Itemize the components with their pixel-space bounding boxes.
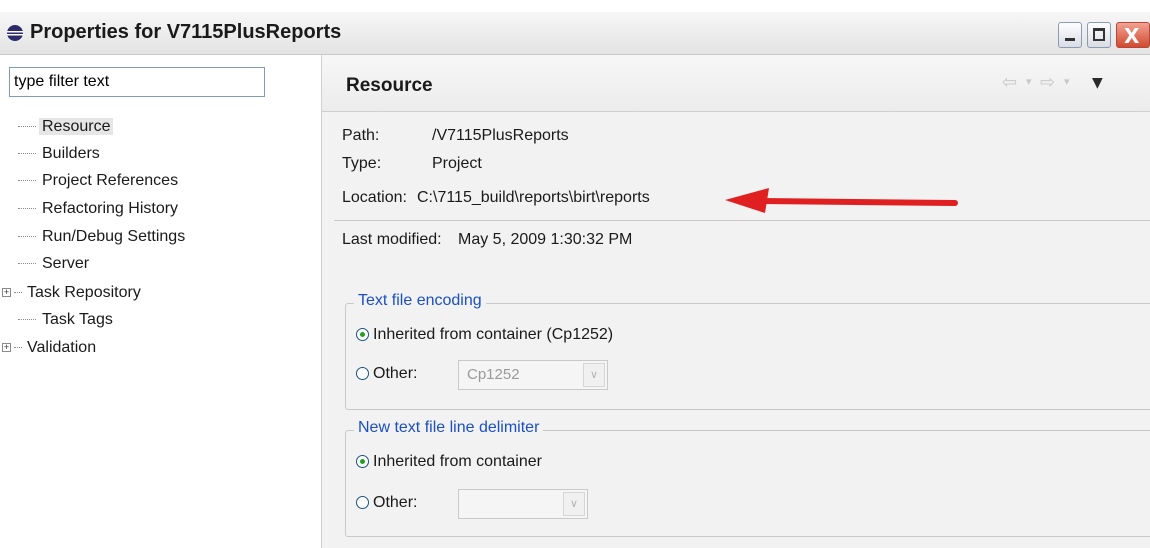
forward-dropdown-icon[interactable]: ▾ bbox=[1064, 75, 1070, 88]
close-button[interactable]: X bbox=[1116, 22, 1150, 48]
sidebar-item-server[interactable]: Server bbox=[18, 252, 92, 276]
delimiter-select[interactable]: ∨ bbox=[458, 489, 588, 519]
tree-connector bbox=[18, 152, 36, 155]
last-modified-label: Last modified: bbox=[342, 231, 442, 248]
back-dropdown-icon[interactable]: ▾ bbox=[1026, 75, 1032, 88]
top-whitespace bbox=[0, 0, 1150, 12]
maximize-button[interactable] bbox=[1087, 22, 1111, 48]
type-label: Type: bbox=[342, 155, 382, 172]
filter-input[interactable] bbox=[9, 67, 265, 97]
delimiter-other-radio[interactable] bbox=[356, 496, 369, 510]
tree-connector bbox=[18, 207, 36, 210]
text-encoding-title: Text file encoding bbox=[354, 292, 486, 310]
encoding-inherited-label: Inherited from container (Cp1252) bbox=[373, 326, 614, 343]
delimiter-other-label: Other: bbox=[373, 494, 418, 511]
tree-connector bbox=[14, 291, 22, 294]
window-titlebar[interactable]: Properties for V7115PlusReports X bbox=[0, 12, 1150, 55]
line-delimiter-title: New text file line delimiter bbox=[354, 419, 544, 437]
text-encoding-group: Text file encoding Inherited from contai… bbox=[345, 292, 1150, 410]
sidebar-item-label: Task Tags bbox=[42, 311, 113, 328]
sidebar-item-label: Server bbox=[42, 255, 90, 272]
minimize-button[interactable] bbox=[1058, 22, 1082, 48]
page-header: Resource ⇦ ▾ ⇨ ▾ ▼ bbox=[322, 55, 1150, 112]
tree-connector bbox=[14, 346, 22, 349]
encoding-other-label: Other: bbox=[373, 365, 418, 382]
delimiter-other-option[interactable]: Other: bbox=[356, 492, 417, 514]
expand-icon[interactable]: + bbox=[2, 343, 11, 353]
back-arrow-icon[interactable]: ⇦ bbox=[1002, 72, 1017, 93]
location-value: C:\7115_build\reports\birt\reports bbox=[417, 189, 650, 206]
encoding-other-option[interactable]: Other: bbox=[356, 363, 417, 385]
forward-arrow-icon[interactable]: ⇨ bbox=[1040, 72, 1055, 93]
expand-icon[interactable]: + bbox=[2, 288, 11, 298]
close-icon: X bbox=[1124, 24, 1140, 48]
sidebar-item-refactoring-history[interactable]: Refactoring History bbox=[18, 197, 181, 221]
delimiter-inherited-option[interactable]: Inherited from container bbox=[356, 451, 542, 473]
minimize-icon bbox=[1065, 38, 1075, 41]
encoding-other-radio[interactable] bbox=[356, 367, 369, 381]
sidebar-item-builders[interactable]: Builders bbox=[18, 142, 103, 166]
sidebar-item-validation[interactable]: + Validation bbox=[2, 336, 99, 360]
page-title: Resource bbox=[346, 75, 433, 96]
tree-connector bbox=[18, 125, 36, 128]
tree-connector bbox=[18, 235, 36, 238]
chevron-down-icon[interactable]: ∨ bbox=[563, 492, 585, 516]
delimiter-inherited-label: Inherited from container bbox=[373, 453, 542, 470]
sidebar-item-label: Task Repository bbox=[27, 284, 141, 301]
sidebar-item-label: Refactoring History bbox=[42, 200, 179, 217]
sidebar-item-run-debug-settings[interactable]: Run/Debug Settings bbox=[18, 225, 188, 249]
maximize-icon bbox=[1093, 28, 1105, 41]
sidebar-item-label: Builders bbox=[42, 145, 100, 162]
encoding-select[interactable]: Cp1252 ∨ bbox=[458, 360, 608, 390]
line-delimiter-group: New text file line delimiter Inherited f… bbox=[345, 419, 1150, 537]
sidebar-item-project-references[interactable]: Project References bbox=[18, 169, 181, 193]
last-modified-value: May 5, 2009 1:30:32 PM bbox=[458, 231, 633, 248]
path-label: Path: bbox=[342, 127, 380, 144]
sidebar-item-label: Resource bbox=[39, 118, 114, 135]
eclipse-icon bbox=[7, 25, 23, 41]
view-menu-icon[interactable]: ▼ bbox=[1092, 75, 1103, 91]
annotation-arrow bbox=[725, 188, 958, 213]
encoding-inherited-radio[interactable] bbox=[356, 328, 369, 342]
chevron-down-icon[interactable]: ∨ bbox=[583, 363, 605, 387]
tree-connector bbox=[18, 262, 36, 265]
sidebar-item-task-tags[interactable]: Task Tags bbox=[18, 308, 116, 332]
section-divider bbox=[334, 220, 1150, 221]
tree-connector bbox=[18, 179, 36, 182]
sidebar-item-label: Validation bbox=[27, 339, 97, 356]
tree-connector bbox=[18, 318, 36, 321]
window-title: Properties for V7115PlusReports bbox=[30, 21, 342, 43]
location-label: Location: bbox=[342, 189, 407, 206]
type-value: Project bbox=[432, 155, 482, 172]
properties-sidebar: Resource Builders Project References Ref… bbox=[0, 55, 322, 548]
sidebar-item-resource[interactable]: Resource bbox=[18, 115, 114, 139]
encoding-select-value: Cp1252 bbox=[467, 366, 520, 383]
sidebar-item-task-repository[interactable]: + Task Repository bbox=[2, 281, 144, 305]
delimiter-inherited-radio[interactable] bbox=[356, 455, 369, 469]
sidebar-item-label: Run/Debug Settings bbox=[42, 228, 186, 245]
encoding-inherited-option[interactable]: Inherited from container (Cp1252) bbox=[356, 324, 613, 346]
path-value: /V7115PlusReports bbox=[432, 127, 569, 144]
sidebar-item-label: Project References bbox=[42, 172, 179, 189]
